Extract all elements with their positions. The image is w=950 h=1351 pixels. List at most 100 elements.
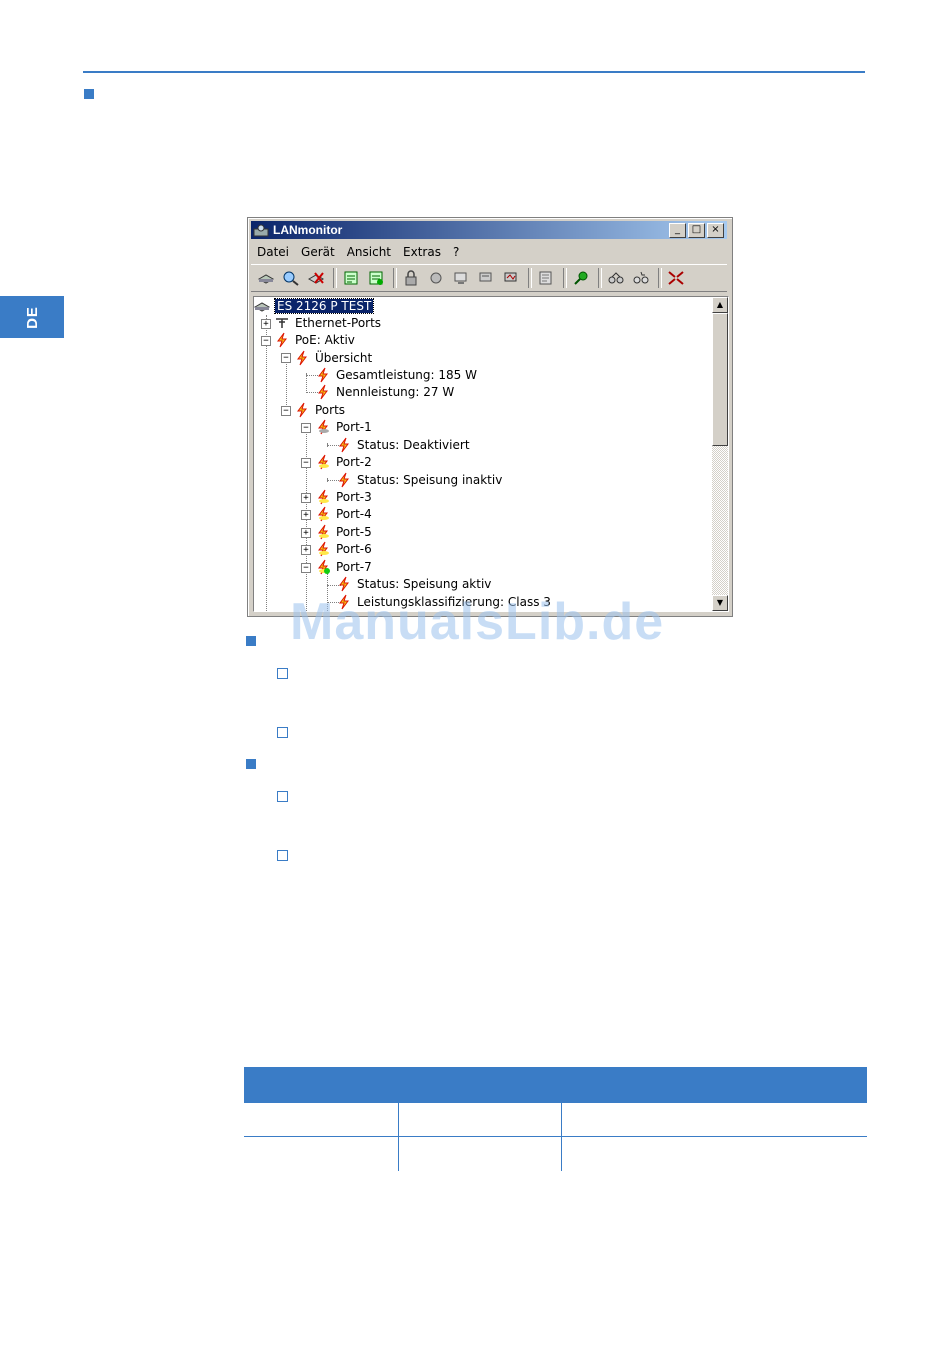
expand-ethernet-ports[interactable]: + [261,319,271,329]
port-active-icon [315,559,331,575]
tree-port6[interactable]: Port-6 [315,540,372,557]
tool-icon[interactable] [425,268,447,288]
toolbar-separator [598,268,602,288]
tree-ports[interactable]: Ports [294,401,345,418]
tree-overview-label: Übersicht [315,350,373,365]
section-bullet [246,636,256,646]
toolbar-separator [393,268,397,288]
sub-bullet [277,727,288,738]
monitor-config-icon[interactable] [475,268,497,288]
lightning-icon [336,437,352,453]
menu-ansicht[interactable]: Ansicht [341,245,397,259]
tree-port7[interactable]: Port-7 [315,558,372,575]
port-idle-icon [315,541,331,557]
lightning-icon [274,332,290,348]
switch-icon [254,298,271,314]
expand-port5[interactable]: + [301,528,311,538]
menu-extras[interactable]: Extras [397,245,447,259]
refresh-all-icon[interactable] [365,268,387,288]
device-tree[interactable]: + − − − − − + + + + − ES 2126 P TEST Eth… [253,296,729,612]
monitor-icon[interactable] [450,268,472,288]
menu-help[interactable]: ? [447,245,465,259]
monitor-trace-icon[interactable] [500,268,522,288]
search-device-icon[interactable] [280,268,302,288]
table-header [244,1067,867,1103]
tree-ethernet-label: Ethernet-Ports [295,315,382,330]
tree-port2-label: Port-2 [336,454,372,469]
lightning-icon [315,367,331,383]
minimize-button[interactable]: _ [669,223,686,238]
tree-port2-status[interactable]: Status: Speisung inaktiv [336,471,502,488]
tree-port3[interactable]: Port-3 [315,488,372,505]
sub-bullet [277,791,288,802]
maximize-button[interactable]: □ [688,223,705,238]
lanmonitor-window: LANmonitor _ □ × Datei Gerät Ansicht Ext… [247,217,733,617]
language-tab-label: DE [23,305,41,329]
collapse-overview[interactable]: − [281,353,291,363]
vertical-scrollbar[interactable]: ▲ ▼ [712,297,728,611]
tree-nominal-power-label: Nennleistung: 27 W [336,384,455,399]
sub-bullet [277,668,288,679]
collapse-port7[interactable]: − [301,563,311,573]
sub-bullet [277,850,288,861]
refresh-icon[interactable] [340,268,362,288]
menu-geraet[interactable]: Gerät [295,245,341,259]
tree-ethernet-ports[interactable]: Ethernet-Ports [274,314,381,331]
language-tab: DE [0,296,64,338]
device-icon[interactable] [255,268,277,288]
scroll-down-button[interactable]: ▼ [712,595,728,611]
toolbar [251,264,727,292]
collapse-port2[interactable]: − [301,458,311,468]
tree-nominal-power[interactable]: Nennleistung: 27 W [315,383,454,400]
tree-port1-label: Port-1 [336,419,372,434]
tree-port2-status-label: Status: Speisung inaktiv [357,472,503,487]
tree-ports-label: Ports [315,402,346,417]
tree-overview[interactable]: Übersicht [294,349,372,366]
scroll-up-button[interactable]: ▲ [712,297,728,313]
tree-root[interactable]: ES 2126 P TEST [254,297,375,314]
port-off-icon [315,419,331,435]
collapse-poe[interactable]: − [261,336,271,346]
tree-port1-status[interactable]: Status: Deaktiviert [336,436,470,453]
collapse-icon[interactable] [665,268,687,288]
tree-port4[interactable]: Port-4 [315,505,372,522]
scroll-thumb[interactable] [712,313,728,446]
log-icon[interactable] [535,268,557,288]
expand-port4[interactable]: + [301,510,311,520]
collapse-port1[interactable]: − [301,423,311,433]
tree-port3-label: Port-3 [336,489,372,504]
app-icon [253,223,269,237]
menu-datei[interactable]: Datei [251,245,295,259]
tree-port2[interactable]: Port-2 [315,453,372,470]
tree-total-power-label: Gesamtleistung: 185 W [336,367,477,382]
delete-device-icon[interactable] [305,268,327,288]
tree-poe[interactable]: PoE: Aktiv [274,331,355,348]
title-bar[interactable]: LANmonitor _ □ × [251,221,727,239]
green-key-icon[interactable] [570,268,592,288]
toolbar-separator [658,268,662,288]
tree-total-power[interactable]: Gesamtleistung: 185 W [315,366,477,383]
lightning-icon [336,576,352,592]
collapse-ports[interactable]: − [281,406,291,416]
table-column-divider [398,1103,399,1171]
tree-poe-label: PoE: Aktiv [295,332,355,347]
lock-icon[interactable] [400,268,422,288]
tree-port5[interactable]: Port-5 [315,523,372,540]
window-title: LANmonitor [273,223,343,237]
watermark: ManualsLib.de [290,593,665,651]
close-button[interactable]: × [707,223,724,238]
lightning-icon [336,472,352,488]
tree-port1-status-label: Status: Deaktiviert [357,437,470,452]
tree-port7-status[interactable]: Status: Speisung aktiv [336,575,491,592]
tree-port7-label: Port-7 [336,559,372,574]
tree-port1[interactable]: Port-1 [315,418,372,435]
network-wizard-icon[interactable] [630,268,652,288]
toolbar-separator [333,268,337,288]
expand-port3[interactable]: + [301,493,311,503]
lightning-icon [294,350,310,366]
expand-port6[interactable]: + [301,545,311,555]
toolbar-separator [528,268,532,288]
port-idle-icon [315,489,331,505]
network-icon[interactable] [605,268,627,288]
port-idle-icon [315,454,331,470]
